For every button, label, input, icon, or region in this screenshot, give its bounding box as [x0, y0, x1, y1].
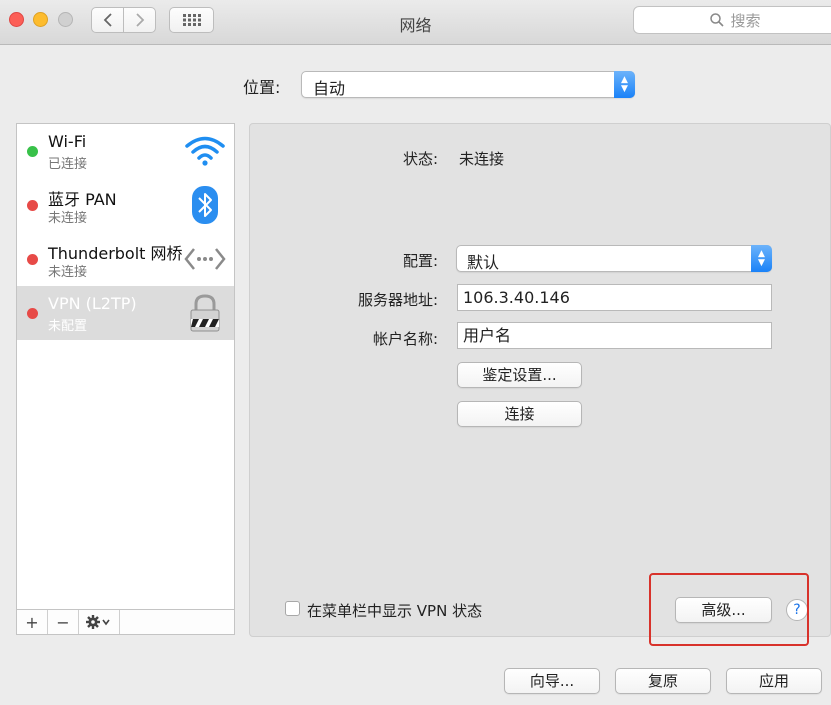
search-icon: [710, 13, 725, 27]
authentication-settings-button[interactable]: 鉴定设置...: [457, 362, 582, 388]
service-item-wifi[interactable]: Wi-Fi 已连接: [17, 124, 234, 178]
service-list-toolbar: + −: [17, 609, 234, 634]
service-name: VPN (L2TP): [48, 294, 137, 313]
service-item-vpn-l2tp[interactable]: VPN (L2TP) 未配置: [17, 286, 234, 340]
apply-button[interactable]: 应用: [726, 668, 822, 694]
service-status: 未连接: [48, 211, 88, 226]
show-vpn-status-label: 在菜单栏中显示 VPN 状态: [307, 602, 483, 620]
status-dot: [27, 146, 38, 157]
location-label: 位置:: [243, 78, 281, 97]
highlight-box: [649, 573, 809, 646]
add-service-button[interactable]: +: [17, 610, 48, 634]
bluetooth-icon: [184, 184, 226, 226]
connect-button[interactable]: 连接: [457, 401, 582, 427]
vpn-lock-icon: [184, 292, 226, 334]
service-status: 未连接: [48, 265, 88, 280]
remove-service-button[interactable]: −: [48, 610, 79, 634]
service-status: 未配置: [48, 319, 88, 334]
account-name-label: 帐户名称:: [372, 330, 438, 348]
configuration-value: 默认: [467, 253, 500, 272]
action-menu-button[interactable]: [79, 610, 120, 634]
account-name-field[interactable]: 用户名: [457, 322, 772, 349]
status-value: 未连接: [459, 150, 505, 168]
service-item-bluetooth-pan[interactable]: 蓝牙 PAN 未连接: [17, 178, 234, 232]
show-vpn-status-checkbox[interactable]: [285, 601, 300, 616]
assist-me-button[interactable]: 向导...: [504, 668, 600, 694]
location-value: 自动: [313, 79, 346, 98]
server-address-label: 服务器地址:: [357, 291, 438, 309]
configuration-label: 配置:: [402, 252, 438, 270]
service-status: 已连接: [48, 157, 88, 172]
service-name: Wi-Fi: [48, 132, 87, 151]
title-bar: 网络 搜索: [0, 0, 831, 45]
location-popup[interactable]: 自动 ▲ ▼: [301, 71, 635, 98]
status-dot: [27, 308, 38, 319]
status-label: 状态:: [402, 150, 438, 168]
status-dot: [27, 254, 38, 265]
service-list: Wi-Fi 已连接 蓝牙 PAN 未连接 Thunderbolt 网桥 未连接: [16, 123, 235, 635]
status-dot: [27, 200, 38, 211]
server-address-field[interactable]: 106.3.40.146: [457, 284, 772, 311]
thunderbolt-bridge-icon: [184, 238, 226, 280]
popup-arrows-icon: ▲ ▼: [614, 71, 635, 98]
wifi-icon: [184, 130, 226, 172]
revert-button[interactable]: 复原: [615, 668, 711, 694]
popup-arrows-icon: ▲ ▼: [751, 245, 772, 272]
configuration-popup[interactable]: 默认 ▲ ▼: [456, 245, 772, 272]
search-field[interactable]: 搜索: [633, 6, 831, 34]
search-placeholder: 搜索: [730, 11, 761, 30]
gear-icon: [86, 615, 110, 629]
service-item-thunderbolt-bridge[interactable]: Thunderbolt 网桥 未连接: [17, 232, 234, 286]
